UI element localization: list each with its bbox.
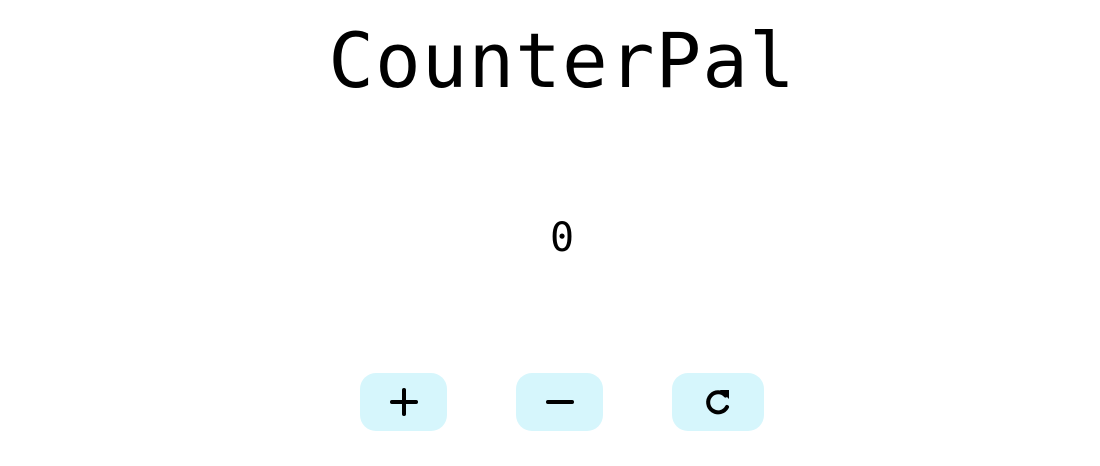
plus-icon bbox=[389, 388, 418, 416]
decrement-button[interactable] bbox=[516, 373, 603, 431]
reset-button[interactable] bbox=[672, 373, 764, 431]
counterpal-app: CounterPal 0 bbox=[0, 0, 1100, 466]
rotate-cw-icon bbox=[706, 390, 729, 415]
page-title: CounterPal bbox=[328, 16, 796, 105]
increment-button[interactable] bbox=[360, 373, 447, 431]
minus-icon bbox=[545, 400, 574, 404]
counter-value: 0 bbox=[549, 215, 575, 261]
